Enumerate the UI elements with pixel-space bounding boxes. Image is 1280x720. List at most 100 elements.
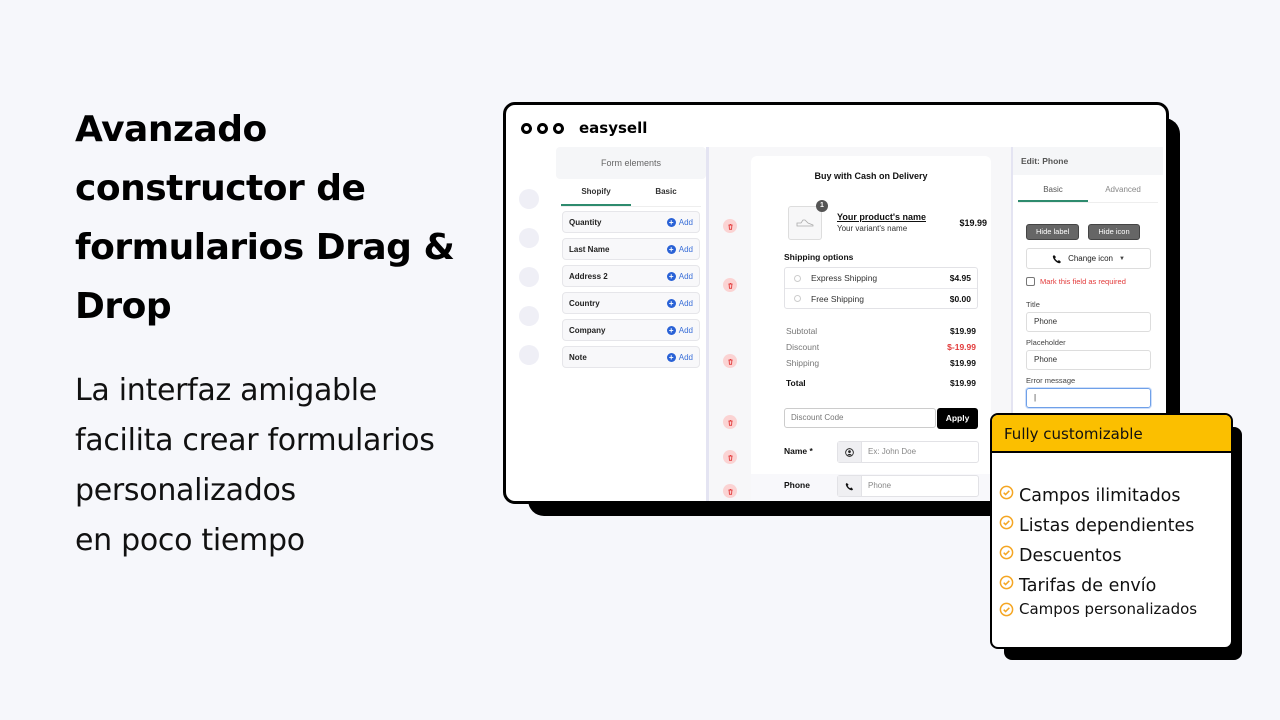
rail-nav-icon[interactable] (519, 267, 539, 287)
edit-title: Edit: Phone (1013, 147, 1163, 175)
element-item[interactable]: Last Name + Add (562, 238, 700, 260)
radio-icon[interactable] (794, 274, 801, 282)
element-item[interactable]: Company + Add (562, 319, 700, 341)
headline-line: Drop (75, 286, 172, 327)
add-label: Add (678, 325, 693, 335)
summary-label: Discount (786, 342, 820, 352)
tab-advanced[interactable]: Advanced (1088, 175, 1158, 202)
error-message-input[interactable]: | (1026, 388, 1151, 408)
trash-icon[interactable] (723, 484, 737, 498)
trash-icon[interactable] (723, 219, 737, 233)
field-placeholder: Phone (868, 481, 892, 490)
product-variant: Your variant's name (837, 224, 908, 233)
shipping-name: Express Shipping (811, 273, 878, 283)
window-dot-icon[interactable] (553, 123, 564, 134)
apply-button[interactable]: Apply (937, 408, 978, 429)
rail-nav-icon[interactable] (519, 228, 539, 248)
plus-circle-icon: + (666, 352, 676, 362)
feature-label: Listas dependientes (1019, 516, 1195, 536)
placeholder-input[interactable]: Phone (1026, 350, 1151, 370)
summary-label: Total (786, 378, 806, 388)
required-checkbox[interactable] (1026, 277, 1035, 286)
required-label: Mark this field as required (1040, 277, 1126, 286)
trash-icon[interactable] (723, 278, 737, 292)
summary-value: $19.99 (950, 378, 976, 388)
hide-label-button[interactable]: Hide label (1026, 224, 1080, 240)
edit-tabs: Basic Advanced (1018, 175, 1158, 203)
subline-line: facilita crear formularios (75, 423, 435, 458)
shoe-icon (796, 219, 814, 227)
tab-shopify[interactable]: Shopify (561, 179, 631, 206)
add-label: Add (678, 298, 693, 308)
rail-nav-icon[interactable] (519, 345, 539, 365)
shipping-price: $0.00 (949, 293, 971, 304)
user-icon (838, 442, 862, 462)
titlebar: easysell (506, 105, 1166, 151)
feature-item: Campos personalizados (999, 597, 1197, 621)
trash-icon[interactable] (723, 415, 737, 429)
required-checkbox-row[interactable]: Mark this field as required (1026, 277, 1126, 286)
shipping-options: Express Shipping $4.95 Free Shipping $0.00 (784, 267, 978, 309)
add-button[interactable]: + Add (666, 325, 693, 335)
field-placeholder: Ex: John Doe (868, 447, 917, 456)
sidebar-rail (506, 151, 556, 501)
check-circle-icon (999, 485, 1014, 499)
element-item[interactable]: Note + Add (562, 346, 700, 368)
title-label: Title (1026, 300, 1040, 309)
element-label: Quantity (569, 217, 602, 227)
summary-row: Total $19.99 (786, 378, 976, 394)
add-button[interactable]: + Add (666, 298, 693, 308)
discount-code-input[interactable]: Discount Code (784, 408, 936, 428)
element-item[interactable]: Country + Add (562, 292, 700, 314)
window-dot-icon[interactable] (521, 123, 532, 134)
element-item[interactable]: Address 2 + Add (562, 265, 700, 287)
window-controls (521, 123, 564, 134)
plus-circle-icon: + (666, 217, 676, 227)
add-button[interactable]: + Add (666, 352, 693, 362)
add-button[interactable]: + Add (666, 244, 693, 254)
error-message-label: Error message (1026, 376, 1076, 385)
add-label: Add (678, 217, 693, 227)
add-label: Add (678, 244, 693, 254)
hide-icon-button[interactable]: Hide icon (1088, 224, 1140, 240)
change-icon-label: Change icon (1068, 254, 1113, 263)
phone-icon (1052, 254, 1062, 263)
headline-line: formularios Drag & (75, 227, 455, 268)
placeholder-label: Placeholder (1026, 338, 1066, 347)
add-button[interactable]: + Add (666, 271, 693, 281)
subline-line: La interfaz amigable (75, 373, 377, 408)
text-cursor: | (1034, 393, 1037, 402)
feature-card-title: Fully customizable (992, 415, 1231, 453)
change-icon-dropdown[interactable]: Change icon ▼ (1026, 248, 1151, 269)
product-name[interactable]: Your product's name (837, 212, 926, 222)
shipping-option[interactable]: Express Shipping $4.95 (785, 268, 977, 288)
element-label: Company (569, 325, 606, 335)
panel-title: Form elements (556, 147, 706, 179)
feature-label: Campos personalizados (1019, 600, 1198, 618)
element-label: Country (569, 298, 600, 308)
field-label: Phone (784, 480, 810, 490)
summary-label: Subtotal (786, 326, 818, 336)
summary-row: Subtotal $19.99 (786, 326, 976, 342)
plus-circle-icon: + (666, 298, 676, 308)
window-dot-icon[interactable] (537, 123, 548, 134)
rail-nav-icon[interactable] (519, 306, 539, 326)
check-circle-icon (999, 575, 1014, 589)
rail-nav-icon[interactable] (519, 189, 539, 209)
radio-icon[interactable] (794, 295, 801, 302)
tab-basic[interactable]: Basic (1018, 175, 1088, 202)
add-button[interactable]: + Add (666, 217, 693, 227)
phone-input[interactable]: Phone (837, 475, 979, 497)
order-summary: Subtotal $19.99 Discount $-19.99 Shipping $… (786, 326, 976, 394)
summary-row: Shipping $19.99 (786, 358, 976, 374)
shipping-option[interactable]: Free Shipping $0.00 (785, 288, 977, 308)
element-label: Note (569, 352, 587, 362)
title-input[interactable]: Phone (1026, 312, 1151, 332)
trash-icon[interactable] (723, 354, 737, 368)
trash-icon[interactable] (723, 450, 737, 464)
tab-basic[interactable]: Basic (631, 179, 701, 206)
summary-row: Discount $-19.99 (786, 342, 976, 358)
caret-down-icon: ▼ (1118, 255, 1125, 262)
name-input[interactable]: Ex: John Doe (837, 441, 979, 463)
element-item[interactable]: Quantity + Add (562, 211, 700, 233)
